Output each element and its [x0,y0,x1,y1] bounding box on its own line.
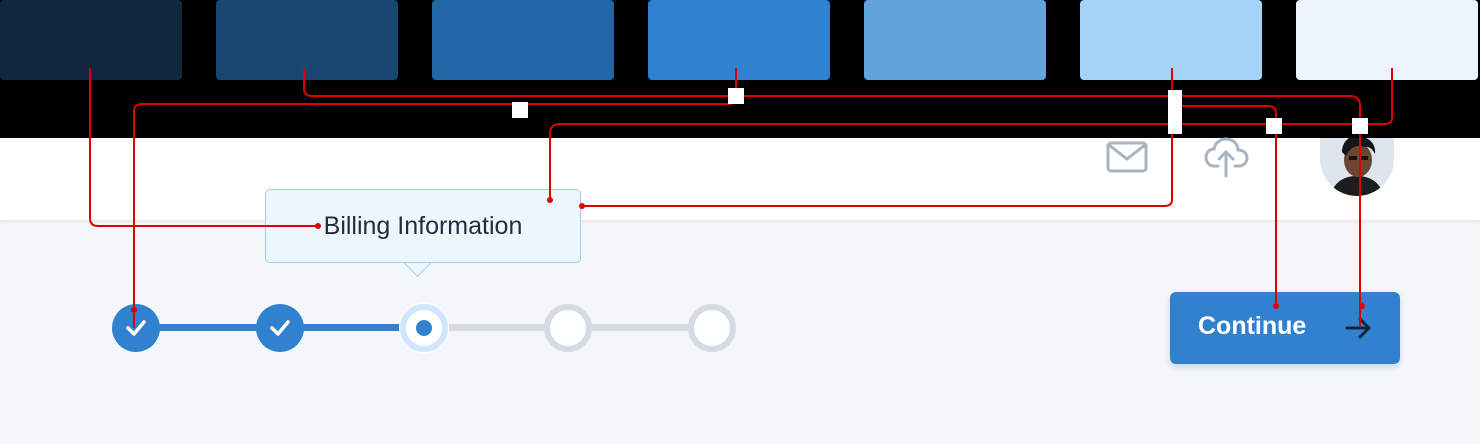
continue-label: Continue [1198,312,1307,340]
wire-marker [1266,118,1282,134]
stepper-step-2-complete[interactable] [256,304,304,352]
stepper-connector-1 [158,324,258,331]
app-preview: Billing Information Continue [0,136,1480,444]
swatch-blue-400 [864,0,1046,80]
mail-icon[interactable] [1106,141,1150,175]
check-icon [126,320,146,336]
stepper-connector-3 [446,324,546,331]
swatch-blue-900 [0,0,182,80]
stepper-connector-2 [302,324,402,331]
stepper-step-1-complete[interactable] [112,304,160,352]
swatch-blue-200 [1080,0,1262,80]
user-avatar[interactable] [1320,138,1394,196]
wire-marker [1352,118,1368,134]
cloud-upload-icon[interactable] [1204,136,1250,178]
wire-marker [728,88,744,104]
check-icon [270,320,290,336]
swatch-blue-700 [432,0,614,80]
stepper-step-5-upcoming[interactable] [688,304,736,352]
stepper-step-4-upcoming[interactable] [544,304,592,352]
swatch-blue-600 [648,0,830,80]
swatch-blue-800 [216,0,398,80]
stepper-connector-4 [590,324,690,331]
swatch-blue-50 [1296,0,1478,80]
billing-tooltip: Billing Information [265,189,581,263]
wire-marker [1168,90,1182,134]
app-header [0,136,1480,221]
tooltip-label: Billing Information [323,211,523,240]
stepper-step-3-current[interactable] [400,304,448,352]
wire-marker [512,102,528,118]
arrow-right-icon [1345,317,1371,339]
continue-button[interactable]: Continue [1170,292,1400,364]
current-step-dot [416,320,432,336]
